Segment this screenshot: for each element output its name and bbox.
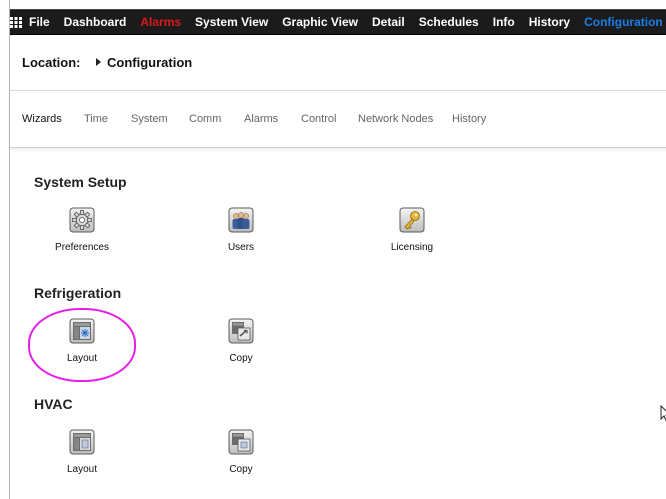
refrigeration-layout-tile[interactable]: Layout — [47, 318, 117, 364]
section-title-system-setup: System Setup — [34, 174, 127, 190]
menu-history[interactable]: History — [522, 10, 577, 34]
section-title-refrigeration: Refrigeration — [34, 285, 122, 301]
section-title-hvac: HVAC — [34, 396, 73, 412]
config-tabs: Wizards Time System Comm Alarms Control … — [10, 91, 666, 148]
caret-right-icon — [96, 58, 101, 66]
copy-icon — [228, 318, 254, 344]
tab-system[interactable]: System — [131, 113, 168, 125]
menu-detail[interactable]: Detail — [365, 10, 412, 34]
hvac-copy-label: Copy — [229, 464, 253, 475]
mouse-pointer-icon — [660, 405, 666, 422]
menu-dashboard[interactable]: Dashboard — [57, 10, 134, 34]
tab-comm[interactable]: Comm — [189, 113, 221, 125]
copy-icon — [228, 429, 254, 455]
menu-info[interactable]: Info — [486, 10, 522, 34]
tab-history[interactable]: History — [452, 113, 486, 125]
preferences-tile[interactable]: Preferences — [47, 207, 117, 253]
apps-grid-icon[interactable] — [10, 10, 22, 34]
refrigeration-copy-label: Copy — [229, 353, 253, 364]
app-window: File Dashboard Alarms System View Graphi… — [9, 0, 666, 499]
main-menu-bar: File Dashboard Alarms System View Graphi… — [10, 9, 666, 35]
users-label: Users — [227, 242, 255, 253]
hvac-layout-label: Layout — [66, 464, 98, 475]
location-breadcrumb[interactable]: Configuration — [107, 55, 192, 70]
tab-wizards[interactable]: Wizards — [22, 113, 62, 125]
tab-time[interactable]: Time — [84, 113, 108, 125]
menu-schedules[interactable]: Schedules — [412, 10, 486, 34]
layout-hvac-icon — [69, 429, 95, 455]
menu-configuration[interactable]: Configuration — [577, 10, 666, 34]
gear-icon — [69, 207, 95, 233]
location-label: Location: — [22, 55, 81, 70]
layout-snowflake-icon — [69, 318, 95, 344]
refrigeration-layout-label: Layout — [66, 353, 98, 364]
preferences-label: Preferences — [55, 242, 109, 253]
licensing-tile[interactable]: Licensing — [377, 207, 447, 253]
key-icon — [399, 207, 425, 233]
menu-system-view[interactable]: System View — [188, 10, 275, 34]
refrigeration-copy-tile[interactable]: Copy — [206, 318, 276, 364]
users-icon — [228, 207, 254, 233]
tab-network-nodes[interactable]: Network Nodes — [358, 113, 433, 125]
location-bar: Location: Configuration — [10, 34, 666, 91]
licensing-label: Licensing — [390, 242, 434, 253]
hvac-copy-tile[interactable]: Copy — [206, 429, 276, 475]
menu-file[interactable]: File — [22, 10, 57, 34]
hvac-layout-tile[interactable]: Layout — [47, 429, 117, 475]
menu-alarms[interactable]: Alarms — [133, 10, 188, 34]
users-tile[interactable]: Users — [206, 207, 276, 253]
tab-alarms[interactable]: Alarms — [244, 113, 278, 125]
menu-graphic-view[interactable]: Graphic View — [275, 10, 365, 34]
tab-control[interactable]: Control — [301, 113, 336, 125]
